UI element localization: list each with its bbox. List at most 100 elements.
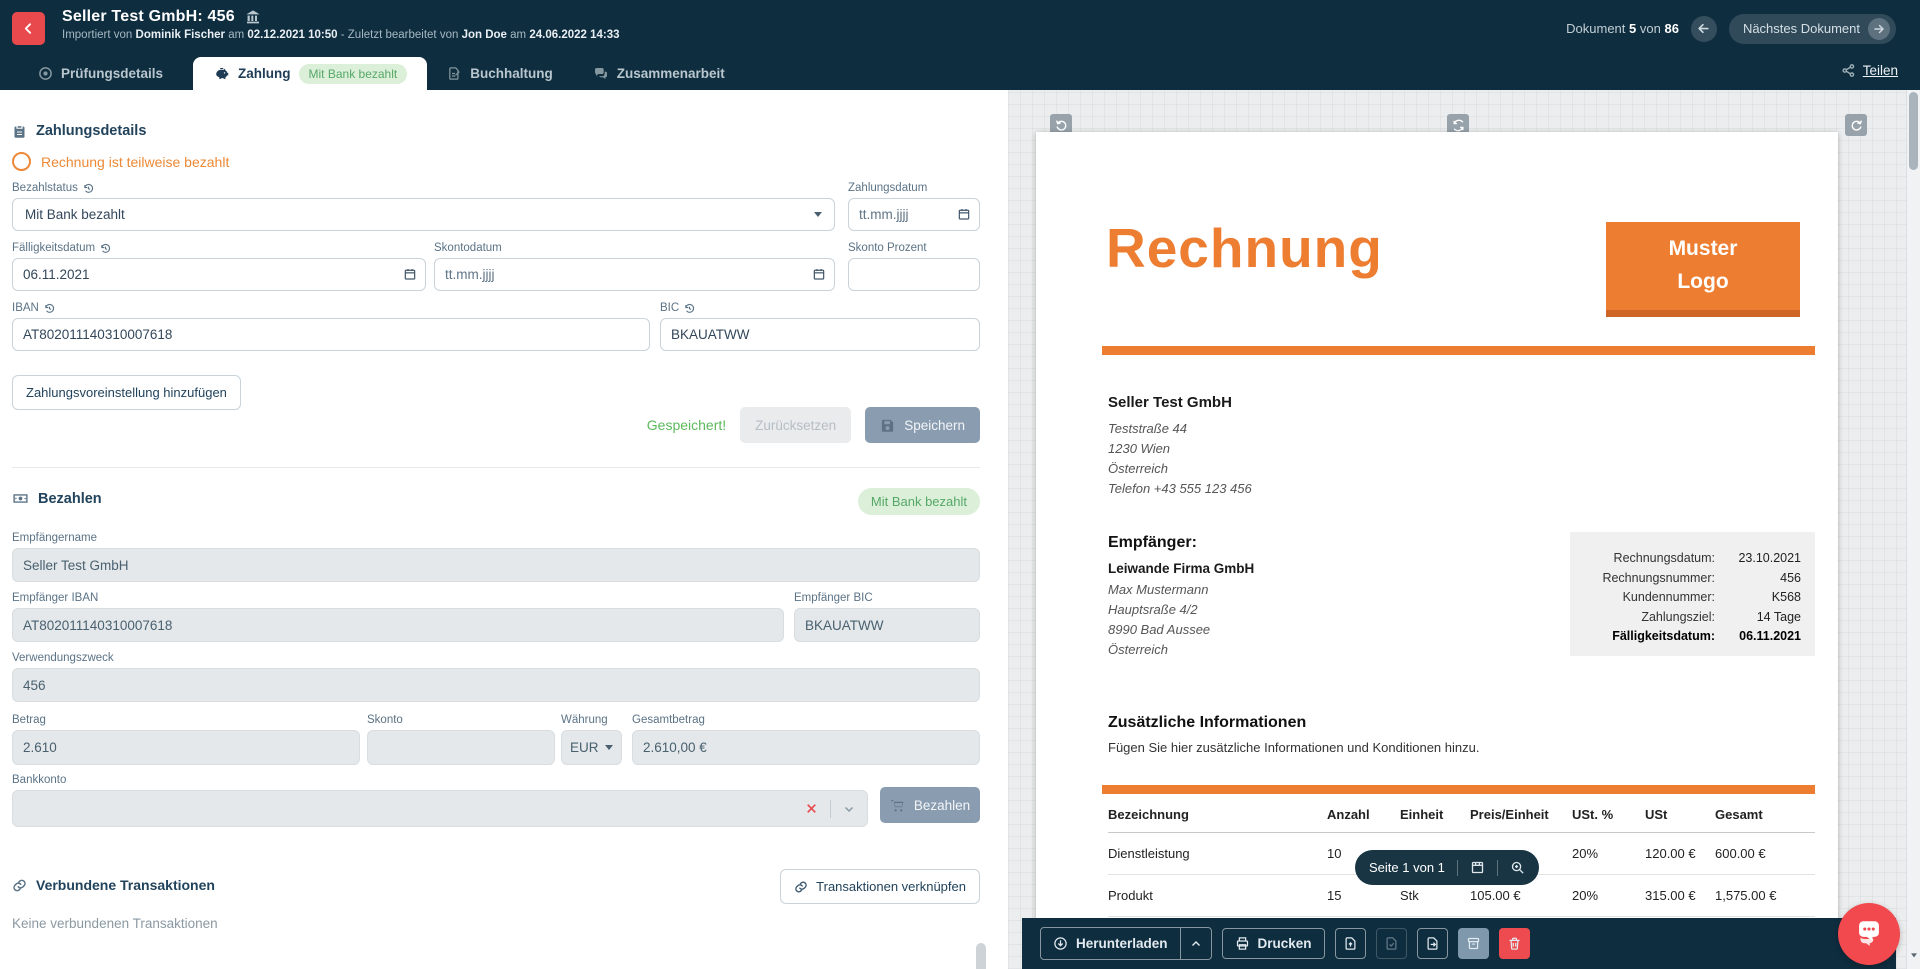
pdf-scrollbar-thumb[interactable] [1909, 92, 1918, 170]
download-split-button: Herunterladen [1040, 927, 1212, 960]
faelligkeitsdatum-input[interactable] [12, 258, 426, 291]
back-button[interactable] [12, 12, 45, 45]
download-button[interactable]: Herunterladen [1041, 928, 1180, 959]
invoice-logo: Muster Logo [1606, 222, 1800, 317]
pay-button[interactable]: Bezahlen [880, 787, 980, 823]
tab-label: Prüfungsdetails [61, 66, 163, 81]
tab-pruefungsdetails[interactable]: Prüfungsdetails [18, 57, 183, 90]
field-bankkonto: Bankkonto [12, 774, 868, 827]
pay-status-badge: Mit Bank bezahlt [858, 488, 980, 515]
chevron-up-icon [1190, 938, 1202, 950]
cart-icon [890, 798, 905, 813]
history-icon[interactable] [684, 303, 695, 314]
pdf-toolbar: Herunterladen Drucken [1022, 918, 1896, 969]
print-button[interactable]: Drucken [1222, 928, 1325, 959]
page-title: Seller Test GmbH: 456 [62, 8, 235, 26]
reset-button[interactable]: Zurücksetzen [740, 407, 851, 443]
history-icon[interactable] [83, 183, 94, 194]
payment-panel: Zahlungsdetails Rechnung ist teilweise b… [0, 90, 1010, 969]
title-block: Seller Test GmbH: 456 Importiert von Dom… [62, 8, 620, 41]
top-header: Seller Test GmbH: 456 Importiert von Dom… [0, 0, 1920, 57]
field-iban: IBAN [12, 302, 650, 351]
link-transactions-button[interactable]: Transaktionen verknüpfen [780, 869, 980, 904]
clear-x-icon[interactable] [805, 802, 818, 815]
details-icon [38, 66, 53, 81]
previous-document-button[interactable] [1691, 16, 1717, 42]
save-button[interactable]: Speichern [865, 407, 980, 443]
saved-message: Gespeichert! [647, 417, 726, 433]
file-upload-icon [1343, 936, 1358, 951]
transactions-heading: Verbundene Transaktionen [12, 877, 215, 893]
chat-widget-button[interactable] [1838, 903, 1900, 965]
field-skonto-prozent: Skonto Prozent [848, 242, 980, 291]
gesamtbetrag-input [632, 730, 980, 765]
skontodatum-input[interactable] [434, 258, 835, 291]
field-label: Gesamtbetrag [632, 714, 705, 726]
seller-address-block: Seller Test GmbH Teststraße 44 1230 Wien… [1108, 394, 1252, 499]
bank-icon[interactable] [245, 9, 261, 25]
tab-zusammenarbeit[interactable]: Zusammenarbeit [573, 57, 745, 90]
download-options-button[interactable] [1180, 928, 1211, 959]
field-label: Fälligkeitsdatum [12, 242, 95, 254]
history-icon[interactable] [100, 243, 111, 254]
collaboration-icon [593, 66, 609, 82]
share-link[interactable]: Teilen [1841, 63, 1898, 78]
bezahlstatus-select[interactable]: Mit Bank bezahlt [12, 198, 835, 231]
section-divider [12, 467, 980, 468]
field-label: Empfängername [12, 532, 97, 544]
printer-icon [1235, 936, 1250, 951]
separator [830, 800, 831, 818]
field-label: Verwendungszweck [12, 652, 114, 664]
calendar-icon[interactable] [403, 267, 417, 281]
arrow-left-circle-icon [1697, 22, 1710, 35]
waehrung-value: EUR [570, 740, 599, 755]
archive-icon [1466, 936, 1481, 951]
next-document-button[interactable]: Nächstes Dokument [1729, 14, 1896, 44]
field-skontodatum: Skontodatum [434, 242, 835, 291]
replace-document-button[interactable] [1335, 928, 1366, 959]
scroll-down-icon[interactable] [1910, 951, 1918, 959]
iban-input[interactable] [12, 318, 650, 351]
document-counter: Dokument 5 von 86 [1566, 21, 1679, 36]
payment-status-message: Rechnung ist teilweise bezahlt [12, 152, 229, 171]
thumbnails-icon[interactable] [1470, 860, 1485, 875]
history-icon[interactable] [44, 303, 55, 314]
tab-zahlung[interactable]: Zahlung Mit Bank bezahlt [193, 57, 427, 90]
bic-input[interactable] [660, 318, 980, 351]
tab-label: Zusammenarbeit [617, 66, 725, 81]
save-row: Gespeichert! Zurücksetzen Speichern [12, 407, 980, 443]
chevron-down-icon [605, 745, 613, 750]
file-export-icon [1425, 936, 1440, 951]
archive-document-button[interactable] [1458, 928, 1489, 959]
pdf-page[interactable]: Rechnung Muster Logo Seller Test GmbH Te… [1036, 132, 1838, 969]
recipient-heading: Empfänger: [1108, 534, 1254, 552]
seller-name: Seller Test GmbH [1108, 394, 1252, 411]
bankkonto-select[interactable] [12, 790, 868, 827]
calendar-icon[interactable] [957, 207, 971, 221]
zoom-in-icon[interactable] [1510, 860, 1525, 875]
rotate-right-button[interactable] [1845, 114, 1867, 136]
pdf-scrollbar[interactable] [1906, 90, 1920, 969]
recipient-address-block: Empfänger: Leiwande Firma GmbH Max Muste… [1108, 534, 1254, 660]
chevron-left-icon [22, 22, 35, 35]
download-icon [1053, 936, 1068, 951]
calendar-icon[interactable] [812, 267, 826, 281]
tab-bar: Prüfungsdetails Zahlung Mit Bank bezahlt… [0, 57, 1920, 90]
export-document-button[interactable] [1417, 928, 1448, 959]
field-gesamtbetrag: Gesamtbetrag [632, 714, 980, 765]
skonto-prozent-input[interactable] [848, 258, 980, 291]
chevron-down-icon [814, 212, 822, 217]
tab-buchhaltung[interactable]: Buchhaltung [427, 57, 573, 90]
accounting-icon [447, 66, 462, 81]
empfaenger-iban-input [12, 608, 784, 642]
tab-status-badge: Mit Bank bezahlt [299, 64, 408, 84]
field-label: Skontodatum [434, 242, 502, 254]
field-betrag: Betrag [12, 714, 360, 765]
field-label: Empfänger BIC [794, 592, 873, 604]
piggy-bank-icon [213, 65, 230, 82]
delete-document-button[interactable] [1499, 928, 1530, 959]
left-panel-scrollbar-thumb[interactable] [976, 943, 986, 969]
add-payment-preset-button[interactable]: Zahlungsvoreinstellung hinzufügen [12, 375, 241, 410]
chevron-down-icon[interactable] [843, 803, 855, 815]
empfaengername-input [12, 548, 980, 582]
